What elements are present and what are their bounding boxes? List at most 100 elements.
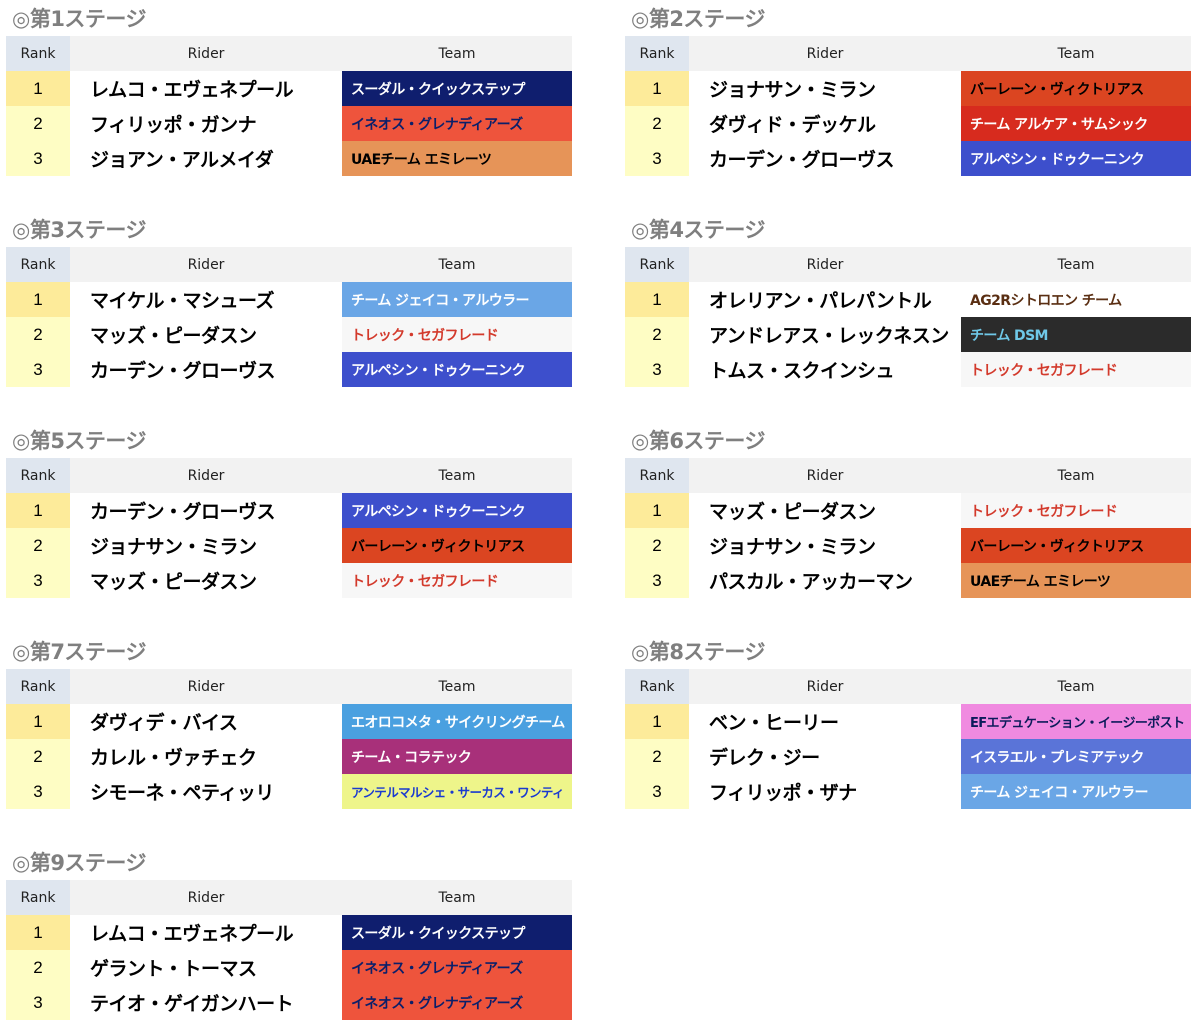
rank-cell: 3 [6,141,70,176]
rider-cell: オレリアン・パレパントル [709,290,932,312]
rider-cell: カレル・ヴァチェク [90,747,257,769]
header-rider: Rider [70,36,342,71]
header-rider: Rider [70,880,342,915]
team-cell: トレック・セガフレード [961,352,1191,387]
team-cell: AG2Rシトロエン チーム [961,282,1191,317]
rider-cell: マッズ・ピーダスン [90,325,257,347]
table-row: 1 ジョナサン・ミラン バーレーン・ヴィクトリアス [625,71,1191,106]
table-row: 2 カレル・ヴァチェク チーム・コラテック [6,739,572,774]
header-team: Team [342,669,572,704]
table-row: 3 テイオ・ゲイガンハート イネオス・グレナディアーズ [6,985,572,1020]
table-row: 1 オレリアン・パレパントル AG2Rシトロエン チーム [625,282,1191,317]
stage-title: ◎第3ステージ [12,218,147,242]
table-row: 1 レムコ・エヴェネプール スーダル・クイックステップ [6,915,572,950]
table-row: 2 フィリッポ・ガンナ イネオス・グレナディアーズ [6,106,572,141]
stage-title: ◎第9ステージ [12,851,147,875]
results-table: Rank Rider Team 1 レムコ・エヴェネプール スーダル・クイックステップ 2 フ… [6,36,572,176]
rider-cell: シモーネ・ペティッリ [90,782,274,804]
team-cell: イネオス・グレナディアーズ [342,106,572,141]
stage-title: ◎第4ステージ [631,218,766,242]
stage-block: ◎第4ステージ Rank Rider Team 1 オレリアン・パレパントル AG2Rシトロ… [625,213,1191,387]
rider-cell: レムコ・エヴェネプール [90,79,294,101]
rank-cell: 1 [6,71,70,106]
table-row: 3 カーデン・グローヴス アルペシン・ドゥクーニンク [6,352,572,387]
rank-cell: 1 [6,282,70,317]
rank-cell: 3 [6,774,70,809]
rank-cell: 1 [6,915,70,950]
table-header: Rank Rider Team [6,669,572,704]
stage-block: ◎第9ステージ Rank Rider Team 1 レムコ・エヴェネプール スーダル・クイッ… [6,846,572,1020]
team-cell: トレック・セガフレード [342,563,572,598]
header-team: Team [961,36,1191,71]
results-table: Rank Rider Team 1 マイケル・マシューズ チーム ジェイコ・アルウラー 2 マ… [6,247,572,387]
rank-cell: 1 [625,71,689,106]
results-table: Rank Rider Team 1 ダヴィデ・バイス エオロコメタ・サイクリングチーム 2 カ… [6,669,572,809]
table-row: 3 カーデン・グローヴス アルペシン・ドゥクーニンク [625,141,1191,176]
header-rank: Rank [625,36,689,71]
stage-title: ◎第7ステージ [12,640,147,664]
table-row: 3 マッズ・ピーダスン トレック・セガフレード [6,563,572,598]
table-row: 1 マイケル・マシューズ チーム ジェイコ・アルウラー [6,282,572,317]
rider-cell: ダヴィド・デッケル [709,114,876,136]
stage-title: ◎第1ステージ [12,7,147,31]
rank-cell: 3 [6,985,70,1020]
rider-cell: ジョアン・アルメイダ [90,149,274,171]
rider-cell: マッズ・ピーダスン [709,501,876,523]
team-cell: チーム アルケア・サムシック [961,106,1191,141]
rider-cell: レムコ・エヴェネプール [90,923,294,945]
rank-cell: 2 [625,739,689,774]
stage-title: ◎第5ステージ [12,429,147,453]
rider-cell: マッズ・ピーダスン [90,571,257,593]
rider-cell: アンドレアス・レックネスン [709,325,949,347]
team-cell: UAEチーム エミレーツ [342,141,572,176]
header-rank: Rank [625,669,689,704]
rank-cell: 2 [6,528,70,563]
header-team: Team [961,458,1191,493]
table-row: 3 ジョアン・アルメイダ UAEチーム エミレーツ [6,141,572,176]
team-cell: アンテルマルシェ・サーカス・ワンティ [342,774,572,809]
rank-cell: 2 [6,950,70,985]
header-rank: Rank [6,247,70,282]
header-team: Team [342,458,572,493]
rider-cell: フィリッポ・ザナ [709,782,857,804]
rank-cell: 1 [6,704,70,739]
header-rank: Rank [6,36,70,71]
rank-cell: 3 [625,563,689,598]
header-rider: Rider [70,669,342,704]
table-row: 2 アンドレアス・レックネスン チーム DSM [625,317,1191,352]
team-cell: トレック・セガフレード [342,317,572,352]
table-row: 3 シモーネ・ペティッリ アンテルマルシェ・サーカス・ワンティ [6,774,572,809]
rank-cell: 1 [625,282,689,317]
table-header: Rank Rider Team [6,36,572,71]
team-cell: スーダル・クイックステップ [342,71,572,106]
team-cell: UAEチーム エミレーツ [961,563,1191,598]
results-table: Rank Rider Team 1 カーデン・グローヴス アルペシン・ドゥクーニンク 2 ジョ… [6,458,572,598]
team-cell: バーレーン・ヴィクトリアス [342,528,572,563]
table-row: 1 カーデン・グローヴス アルペシン・ドゥクーニンク [6,493,572,528]
rider-cell: テイオ・ゲイガンハート [90,993,294,1015]
rider-cell: カーデン・グローヴス [90,501,276,523]
team-cell: トレック・セガフレード [961,493,1191,528]
rank-cell: 1 [625,704,689,739]
table-header: Rank Rider Team [6,247,572,282]
stage-block: ◎第7ステージ Rank Rider Team 1 ダヴィデ・バイス エオロコメタ・サイクリ… [6,635,572,809]
team-cell: スーダル・クイックステップ [342,915,572,950]
table-header: Rank Rider Team [625,669,1191,704]
rank-cell: 3 [6,563,70,598]
results-table: Rank Rider Team 1 マッズ・ピーダスン トレック・セガフレード 2 ジョナサン… [625,458,1191,598]
table-row: 2 デレク・ジー イスラエル・プレミアテック [625,739,1191,774]
rider-cell: ジョナサン・ミラン [709,79,876,101]
header-rank: Rank [6,880,70,915]
table-row: 2 ジョナサン・ミラン バーレーン・ヴィクトリアス [6,528,572,563]
table-header: Rank Rider Team [625,458,1191,493]
rider-cell: フィリッポ・ガンナ [90,114,257,136]
stage-block: ◎第6ステージ Rank Rider Team 1 マッズ・ピーダスン トレック・セガフレー… [625,424,1191,598]
rider-cell: カーデン・グローヴス [90,360,276,382]
team-cell: アルペシン・ドゥクーニンク [961,141,1191,176]
rank-cell: 2 [625,317,689,352]
team-cell: イスラエル・プレミアテック [961,739,1191,774]
table-row: 2 ゲラント・トーマス イネオス・グレナディアーズ [6,950,572,985]
team-cell: EFエデュケーション・イージーポスト [961,704,1191,739]
header-team: Team [961,247,1191,282]
header-rank: Rank [625,458,689,493]
